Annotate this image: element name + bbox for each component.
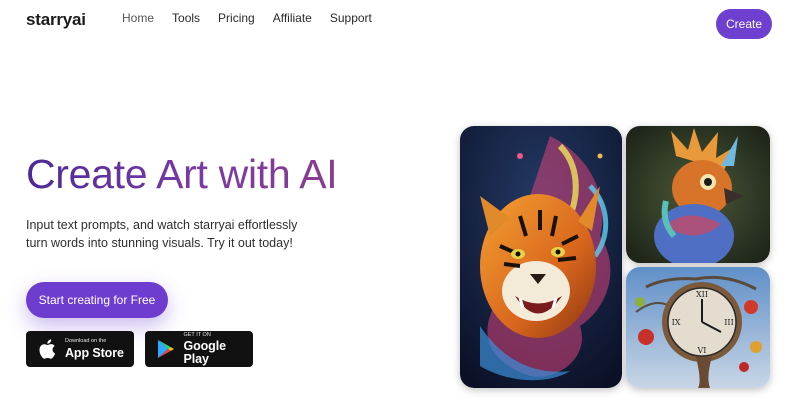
- bird-image: [626, 126, 770, 263]
- nav-pricing[interactable]: Pricing: [218, 11, 255, 25]
- bird-artwork: [626, 126, 770, 263]
- nav-affiliate[interactable]: Affiliate: [273, 11, 312, 25]
- google-play-label: Google Play: [183, 339, 226, 366]
- svg-text:IX: IX: [672, 318, 681, 327]
- main-nav: Home Tools Pricing Affiliate Support: [122, 11, 390, 25]
- nav-tools[interactable]: Tools: [172, 11, 200, 25]
- google-play-icon: [155, 338, 176, 360]
- svg-text:VI: VI: [697, 346, 707, 355]
- hero-subtitle: Input text prompts, and watch starryai e…: [26, 218, 298, 250]
- svg-text:III: III: [724, 318, 733, 327]
- clock-image: XII III VI IX: [626, 267, 770, 388]
- create-button[interactable]: Create: [716, 9, 772, 39]
- nav-home[interactable]: Home: [122, 11, 154, 25]
- app-store-small-label: Download on the: [65, 338, 107, 344]
- app-store-label: App Store: [65, 345, 124, 360]
- clock-artwork: XII III VI IX: [626, 267, 770, 388]
- nav-support[interactable]: Support: [330, 11, 372, 25]
- start-creating-button[interactable]: Start creating for Free: [26, 282, 168, 318]
- tiger-artwork: [460, 126, 622, 388]
- google-play-button[interactable]: GET IT ON Google Play: [145, 331, 253, 367]
- apple-icon: [36, 338, 58, 360]
- logo[interactable]: starryai: [26, 10, 86, 30]
- app-store-button[interactable]: Download on the App Store: [26, 331, 134, 367]
- hero-title: Create Art with AI: [26, 151, 338, 197]
- google-play-small-label: GET IT ON: [183, 331, 211, 338]
- svg-text:XII: XII: [696, 290, 708, 299]
- tiger-image: [460, 126, 622, 388]
